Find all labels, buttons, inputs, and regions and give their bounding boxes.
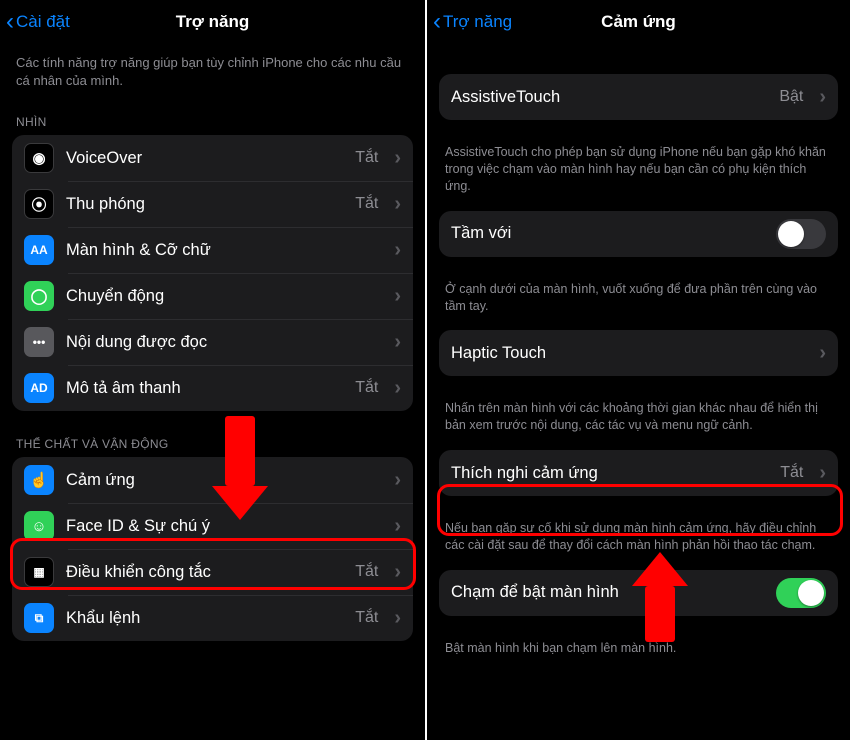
row-faceid[interactable]: ☺ Face ID & Sự chú ý › bbox=[12, 503, 413, 549]
back-button[interactable]: ‹ Trợ năng bbox=[433, 12, 512, 32]
back-button[interactable]: ‹ Cài đặt bbox=[6, 12, 70, 32]
row-label: Cảm ứng bbox=[66, 471, 378, 490]
row-label: Mô tả âm thanh bbox=[66, 379, 343, 398]
row-label: Nội dung được đọc bbox=[66, 333, 378, 352]
row-voiceover[interactable]: ◉ VoiceOver Tắt › bbox=[12, 135, 413, 181]
nav-bar: ‹ Cài đặt Trợ năng bbox=[0, 0, 425, 44]
voiceover-icon: ◉ bbox=[24, 143, 54, 173]
row-label: Chuyển động bbox=[66, 287, 378, 306]
faceid-icon: ☺ bbox=[24, 511, 54, 541]
back-label: Cài đặt bbox=[16, 12, 70, 32]
back-label: Trợ năng bbox=[443, 12, 512, 32]
left-screenshot: ‹ Cài đặt Trợ năng Các tính năng trợ năn… bbox=[0, 0, 425, 740]
row-zoom[interactable]: ⦿ Thu phóng Tắt › bbox=[12, 181, 413, 227]
intro-text: Các tính năng trợ năng giúp bạn tùy chỉn… bbox=[0, 44, 425, 107]
group-touch-accommodations: Thích nghi cảm ứng Tắt › bbox=[439, 450, 838, 496]
row-label: Chạm để bật màn hình bbox=[451, 583, 764, 602]
row-label: AssistiveTouch bbox=[451, 88, 767, 107]
row-reachability[interactable]: Tầm với bbox=[439, 211, 838, 257]
footer-touch-accommodations: Nếu bạn gặp sự cố khi sử dụng màn hình c… bbox=[427, 514, 850, 570]
row-value: Tắt bbox=[355, 379, 378, 397]
row-value: Tắt bbox=[355, 609, 378, 627]
text-size-icon: AA bbox=[24, 235, 54, 265]
row-motion[interactable]: ◯ Chuyển động › bbox=[12, 273, 413, 319]
zoom-icon: ⦿ bbox=[24, 189, 54, 219]
row-switch-control[interactable]: ▦ Điều khiển công tắc Tắt › bbox=[12, 549, 413, 595]
footer-tap-to-wake: Bật màn hình khi bạn chạm lên màn hình. bbox=[427, 634, 850, 673]
row-label: Haptic Touch bbox=[451, 344, 803, 363]
group-motor: ☝ Cảm ứng › ☺ Face ID & Sự chú ý › ▦ Điề… bbox=[12, 457, 413, 641]
voice-control-icon: ⧉ bbox=[24, 603, 54, 633]
group-haptic: Haptic Touch › bbox=[439, 330, 838, 376]
row-value: Tắt bbox=[780, 464, 803, 482]
nav-bar: ‹ Trợ năng Cảm ứng bbox=[427, 0, 850, 44]
row-audio-desc[interactable]: AD Mô tả âm thanh Tắt › bbox=[12, 365, 413, 411]
footer-assistivetouch: AssistiveTouch cho phép bạn sử dụng iPho… bbox=[427, 138, 850, 211]
row-label: Khẩu lệnh bbox=[66, 609, 343, 628]
row-label: Face ID & Sự chú ý bbox=[66, 517, 378, 536]
row-label: Thích nghi cảm ứng bbox=[451, 464, 768, 483]
group-reachability: Tầm với bbox=[439, 211, 838, 257]
group-assistivetouch: AssistiveTouch Bật › bbox=[439, 74, 838, 120]
row-label: Điều khiển công tắc bbox=[66, 563, 343, 582]
reachability-switch[interactable] bbox=[776, 219, 826, 249]
row-value: Tắt bbox=[355, 195, 378, 213]
row-assistivetouch[interactable]: AssistiveTouch Bật › bbox=[439, 74, 838, 120]
row-display-text[interactable]: AA Màn hình & Cỡ chữ › bbox=[12, 227, 413, 273]
row-touch-accommodations[interactable]: Thích nghi cảm ứng Tắt › bbox=[439, 450, 838, 496]
row-label: Tầm với bbox=[451, 224, 764, 243]
spoken-content-icon: ••• bbox=[24, 327, 54, 357]
row-haptic-touch[interactable]: Haptic Touch › bbox=[439, 330, 838, 376]
right-screenshot: ‹ Trợ năng Cảm ứng AssistiveTouch Bật › … bbox=[425, 0, 850, 740]
footer-reachability: Ở cạnh dưới của màn hình, vuốt xuống để … bbox=[427, 275, 850, 331]
audio-desc-icon: AD bbox=[24, 373, 54, 403]
row-tap-to-wake[interactable]: Chạm để bật màn hình bbox=[439, 570, 838, 616]
row-value: Tắt bbox=[355, 149, 378, 167]
row-value: Tắt bbox=[355, 563, 378, 581]
content-scroll: Các tính năng trợ năng giúp bạn tùy chỉn… bbox=[0, 44, 425, 740]
section-header-vision: NHÌN bbox=[0, 107, 425, 135]
row-label: VoiceOver bbox=[66, 149, 343, 168]
row-label: Thu phóng bbox=[66, 195, 343, 214]
group-tap-to-wake: Chạm để bật màn hình bbox=[439, 570, 838, 616]
touch-icon: ☝ bbox=[24, 465, 54, 495]
motion-icon: ◯ bbox=[24, 281, 54, 311]
row-voice-control[interactable]: ⧉ Khẩu lệnh Tắt › bbox=[12, 595, 413, 641]
switch-control-icon: ▦ bbox=[24, 557, 54, 587]
row-touch[interactable]: ☝ Cảm ứng › bbox=[12, 457, 413, 503]
section-header-motor: THỂ CHẤT VÀ VẬN ĐỘNG bbox=[0, 429, 425, 457]
row-label: Màn hình & Cỡ chữ bbox=[66, 241, 378, 260]
tap-to-wake-switch[interactable] bbox=[776, 578, 826, 608]
footer-haptic: Nhấn trên màn hình với các khoảng thời g… bbox=[427, 394, 850, 450]
group-vision: ◉ VoiceOver Tắt › ⦿ Thu phóng Tắt › AA M… bbox=[12, 135, 413, 411]
content-scroll: AssistiveTouch Bật › AssistiveTouch cho … bbox=[427, 44, 850, 740]
row-value: Bật bbox=[779, 88, 803, 106]
row-spoken-content[interactable]: ••• Nội dung được đọc › bbox=[12, 319, 413, 365]
